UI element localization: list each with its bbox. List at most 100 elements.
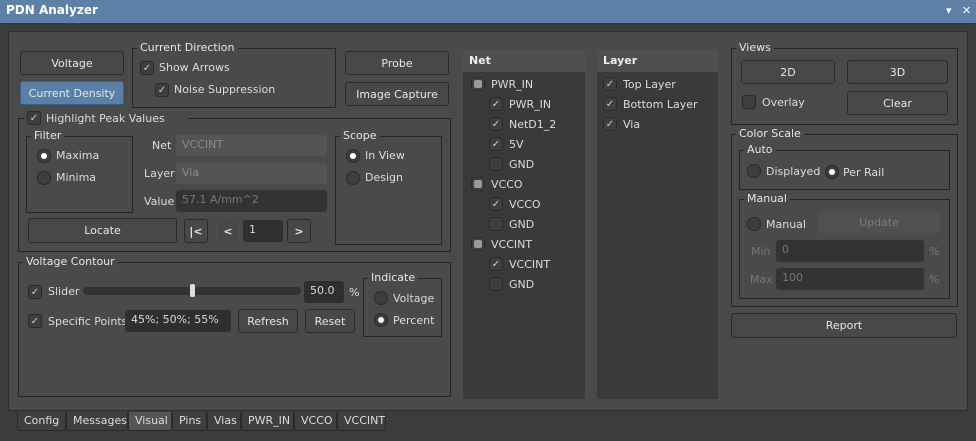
- net-list-item[interactable]: ✓ 5V: [489, 137, 524, 151]
- image-capture-button[interactable]: Image Capture: [345, 82, 449, 106]
- tab-messages[interactable]: Messages: [66, 412, 128, 431]
- indicate-percent-radio[interactable]: [374, 313, 388, 327]
- net-list-item[interactable]: VCCO: [471, 177, 523, 191]
- net-list-item[interactable]: ✓ PWR_IN: [489, 97, 551, 111]
- menu-dropdown-icon[interactable]: ▾: [946, 4, 952, 17]
- layer-field: Via: [176, 163, 327, 184]
- scope-legend: Scope: [340, 129, 380, 142]
- refresh-button[interactable]: Refresh: [238, 309, 298, 333]
- contour-slider-thumb[interactable]: [190, 284, 195, 297]
- highlight-peak-checkbox[interactable]: ✓: [27, 111, 41, 125]
- displayed-radio[interactable]: [747, 164, 761, 178]
- net-item-label: PWR_IN: [491, 77, 534, 91]
- title-bar: PDN Analyzer: [0, 0, 976, 23]
- tab-vccint[interactable]: VCCINT: [337, 412, 386, 431]
- color-scale-legend: Color Scale: [736, 127, 804, 140]
- net-checkbox[interactable]: ✓: [489, 97, 503, 111]
- net-list-item[interactable]: GND: [489, 157, 534, 171]
- net-list-item[interactable]: VCCINT: [471, 237, 532, 251]
- previous-result-button[interactable]: <: [216, 219, 240, 243]
- current-density-button[interactable]: Current Density: [20, 81, 124, 105]
- minima-radio[interactable]: [37, 171, 51, 185]
- net-list-item[interactable]: GND: [489, 217, 534, 231]
- net-item-label: GND: [509, 217, 535, 231]
- show-arrows-checkbox[interactable]: ✓: [140, 61, 154, 75]
- result-index-field[interactable]: 1: [243, 220, 283, 242]
- specific-points-field[interactable]: 45%; 50%; 55%: [125, 310, 231, 332]
- layer-label: Layer: [144, 167, 175, 180]
- layer-list-item[interactable]: ✓ Bottom Layer: [603, 97, 698, 111]
- net-checkbox[interactable]: ✓: [489, 257, 503, 271]
- net-list-item[interactable]: ✓ VCCINT: [489, 257, 550, 271]
- indicate-percent-label: Percent: [393, 314, 435, 327]
- reset-button[interactable]: Reset: [305, 309, 355, 333]
- manual-label: Manual: [766, 218, 806, 231]
- tab-pins[interactable]: Pins: [172, 412, 207, 431]
- net-checkbox[interactable]: ✓: [489, 197, 503, 211]
- show-arrows-label: Show Arrows: [159, 61, 230, 74]
- per-rail-radio[interactable]: [825, 165, 839, 179]
- slider-percent-unit: %: [349, 286, 360, 299]
- net-list-item[interactable]: GND: [489, 277, 534, 291]
- net-checkbox[interactable]: ✓: [489, 117, 503, 131]
- net-checkbox[interactable]: [489, 277, 503, 291]
- report-button[interactable]: Report: [731, 313, 957, 338]
- net-item-label: PWR_IN: [509, 97, 552, 111]
- voltage-contour-legend: Voltage Contour: [23, 255, 118, 268]
- layer-list-item[interactable]: ✓ Top Layer: [603, 77, 676, 91]
- voltage-button[interactable]: Voltage: [20, 51, 124, 75]
- design-radio[interactable]: [346, 171, 360, 185]
- tab-pwr-in[interactable]: PWR_IN: [241, 412, 294, 431]
- in-view-label: In View: [365, 149, 405, 162]
- layer-list[interactable]: ✓ Top Layer ✓ Bottom Layer ✓ Via: [597, 72, 718, 399]
- close-icon[interactable]: ✕: [962, 4, 971, 17]
- first-result-button[interactable]: |<: [184, 219, 208, 243]
- net-item-label: VCCINT: [491, 237, 533, 251]
- net-checkbox[interactable]: [471, 177, 485, 191]
- indicate-voltage-radio[interactable]: [374, 291, 388, 305]
- value-field: 57.1 A/mm^2: [176, 190, 327, 212]
- in-view-radio[interactable]: [346, 149, 360, 163]
- layer-checkbox[interactable]: ✓: [603, 117, 617, 131]
- net-checkbox[interactable]: [489, 217, 503, 231]
- next-result-button[interactable]: >: [287, 219, 311, 243]
- maxima-radio[interactable]: [37, 149, 51, 163]
- net-list-item[interactable]: ✓ NetD1_2: [489, 117, 556, 131]
- max-percent-unit: %: [929, 273, 940, 286]
- clear-button[interactable]: Clear: [847, 91, 948, 115]
- tab-vias[interactable]: Vias: [207, 412, 241, 431]
- noise-suppression-checkbox[interactable]: ✓: [155, 83, 169, 97]
- net-checkbox[interactable]: [471, 237, 485, 251]
- net-list-item[interactable]: ✓ VCCO: [489, 197, 541, 211]
- layer-checkbox[interactable]: ✓: [603, 77, 617, 91]
- tab-config[interactable]: Config: [17, 412, 66, 431]
- probe-button[interactable]: Probe: [345, 51, 449, 75]
- min-field[interactable]: 0: [776, 240, 924, 262]
- slider-value-field[interactable]: 50.0: [304, 281, 344, 303]
- manual-radio[interactable]: [747, 217, 761, 231]
- per-rail-label: Per Rail: [843, 166, 885, 179]
- indicate-group: [363, 278, 442, 337]
- net-list-item[interactable]: PWR_IN: [471, 77, 533, 91]
- view-2d-button[interactable]: 2D: [741, 60, 835, 84]
- max-field[interactable]: 100: [776, 268, 924, 290]
- tab-visual[interactable]: Visual: [128, 412, 172, 431]
- update-button[interactable]: Update: [817, 210, 941, 234]
- overlay-checkbox[interactable]: [742, 95, 756, 109]
- layer-list-item[interactable]: ✓ Via: [603, 117, 640, 131]
- specific-points-checkbox[interactable]: ✓: [28, 314, 42, 328]
- net-checkbox[interactable]: [489, 157, 503, 171]
- net-checkbox[interactable]: [471, 77, 485, 91]
- net-item-label: VCCO: [491, 177, 523, 191]
- view-3d-button[interactable]: 3D: [847, 60, 948, 84]
- max-label: Max: [750, 273, 773, 286]
- locate-button[interactable]: Locate: [28, 218, 177, 243]
- tab-vcco[interactable]: VCCO: [294, 412, 337, 431]
- net-list[interactable]: PWR_IN ✓ PWR_IN ✓ NetD1_2 ✓ 5V GND VCCO ✓ VCCO GND V…: [463, 72, 585, 399]
- net-checkbox[interactable]: ✓: [489, 137, 503, 151]
- slider-checkbox[interactable]: ✓: [28, 285, 42, 299]
- layer-checkbox[interactable]: ✓: [603, 97, 617, 111]
- auto-legend: Auto: [744, 143, 776, 156]
- displayed-label: Displayed: [766, 165, 821, 178]
- min-label: Min: [751, 245, 771, 258]
